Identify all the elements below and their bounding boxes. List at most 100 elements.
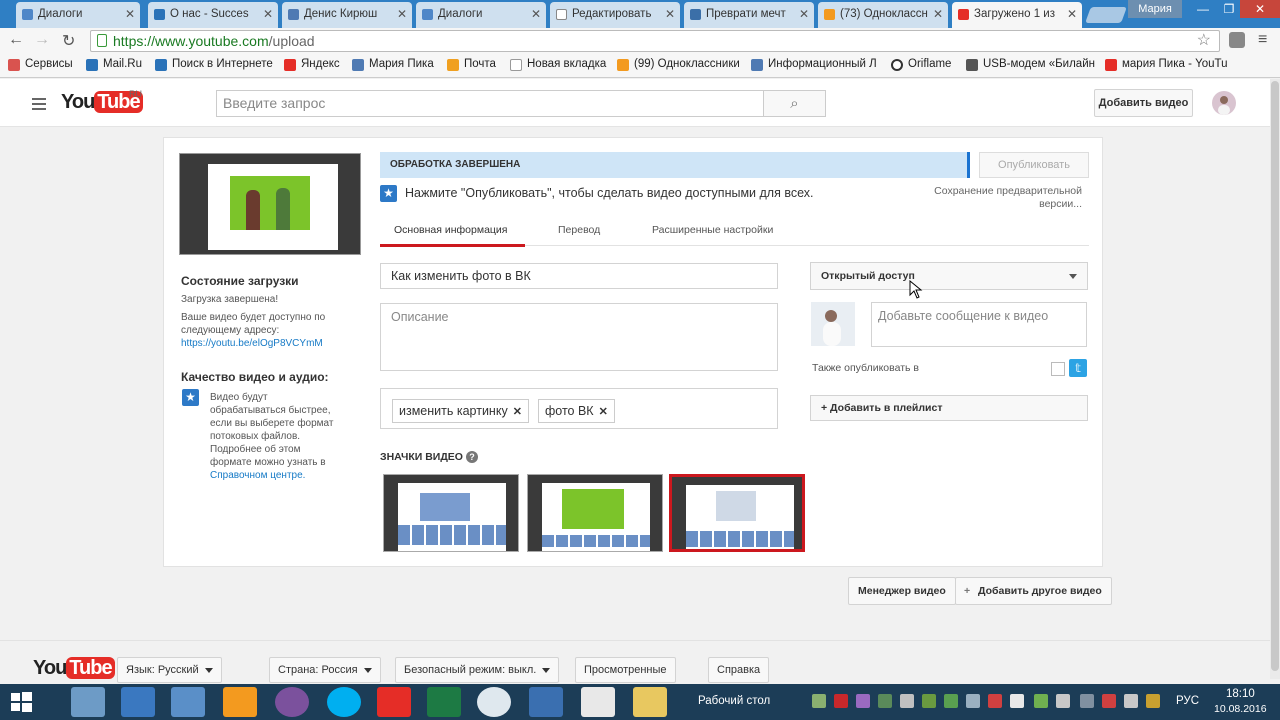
thunderbird-icon[interactable] [529, 687, 563, 717]
thumbnail-option[interactable] [383, 474, 519, 552]
close-tab-icon[interactable]: ✕ [1067, 7, 1077, 21]
excel-icon[interactable] [427, 687, 461, 717]
search-button[interactable]: ⌕ [763, 90, 826, 117]
close-tab-icon[interactable]: ✕ [263, 7, 273, 21]
page-scrollbar[interactable] [1270, 79, 1280, 679]
tray-icon[interactable] [900, 694, 914, 708]
video-short-link[interactable]: https://youtu.be/elOgP8VCYmM [181, 337, 323, 350]
video-manager-button[interactable]: Менеджер видео [848, 577, 956, 605]
provk-icon[interactable] [581, 687, 615, 717]
browser-tab[interactable]: Денис Кирюш ✕ [282, 2, 412, 28]
user-profile-button[interactable]: Мария [1128, 0, 1182, 18]
browser-tab[interactable]: Преврати мечт ✕ [684, 2, 814, 28]
volume-icon[interactable] [1080, 694, 1094, 708]
bookmark-item[interactable]: Почта [447, 58, 496, 71]
language-indicator[interactable]: РУС [1176, 695, 1199, 707]
bookmark-item[interactable]: мария Пика - YouTu [1105, 58, 1228, 71]
clock-time[interactable]: 18:10 [1226, 688, 1255, 700]
odnoklassniki-icon[interactable] [223, 687, 257, 717]
tab-basic-info[interactable]: Основная информация [394, 224, 507, 236]
close-tab-icon[interactable]: ✕ [933, 7, 943, 21]
tray-icon[interactable] [944, 694, 958, 708]
close-tab-icon[interactable]: ✕ [531, 7, 541, 21]
photo-viewer-icon[interactable] [71, 687, 105, 717]
thumbnail-option-selected[interactable] [669, 474, 805, 552]
tags-input[interactable]: изменить картинку ✕ фото ВК ✕ [380, 388, 778, 429]
publish-button[interactable]: Опубликовать [979, 152, 1089, 178]
tray-icon[interactable] [878, 694, 892, 708]
remove-tag-icon[interactable]: ✕ [513, 406, 522, 418]
close-tab-icon[interactable]: ✕ [665, 7, 675, 21]
tab-advanced-settings[interactable]: Расширенные настройки [652, 224, 773, 236]
tab-translation[interactable]: Перевод [558, 224, 600, 236]
bookmark-item[interactable]: Сервисы [8, 58, 73, 71]
thumbnail-option[interactable] [527, 474, 663, 552]
close-tab-icon[interactable]: ✕ [799, 7, 809, 21]
bookmark-item[interactable]: Oriflame [891, 58, 951, 71]
back-icon[interactable]: ← [8, 31, 24, 49]
youtube-logo[interactable]: You Tube RU [61, 89, 143, 117]
tray-icon[interactable] [834, 694, 848, 708]
browser-tab[interactable]: Редактировать ✕ [550, 2, 680, 28]
skype-icon[interactable] [327, 687, 361, 717]
close-tab-icon[interactable]: ✕ [397, 7, 407, 21]
browser-tab[interactable]: Диалоги ✕ [16, 2, 140, 28]
search-input[interactable]: Введите запрос [216, 90, 764, 117]
browser-tab[interactable]: Диалоги ✕ [416, 2, 546, 28]
audio-icon[interactable] [121, 687, 155, 717]
share-message-textarea[interactable]: Добавьте сообщение к видео [871, 302, 1087, 347]
language-button[interactable]: Язык: Русский [117, 657, 222, 683]
help-center-link[interactable]: Справочном центре. [210, 470, 305, 481]
viber-icon[interactable] [275, 687, 309, 717]
twitter-icon[interactable]: 𝕥 [1069, 359, 1087, 377]
help-icon[interactable]: ? [465, 451, 478, 463]
remove-tag-icon[interactable]: ✕ [599, 406, 608, 418]
yandex-browser-icon[interactable] [377, 687, 411, 717]
add-to-playlist-button[interactable]: + Добавить в плейлист [810, 395, 1088, 421]
tray-icon[interactable] [988, 694, 1002, 708]
tray-icon[interactable] [1010, 694, 1024, 708]
bookmark-item[interactable]: USB-модем «Билайн [966, 58, 1095, 71]
forward-icon[interactable]: → [34, 31, 50, 49]
browser-tab[interactable]: (73) Одноклассн ✕ [818, 2, 948, 28]
browser-tab-active[interactable]: Загружено 1 из ✕ [952, 2, 1082, 28]
guide-menu-icon[interactable] [32, 98, 46, 113]
help-button[interactable]: Справка [708, 657, 770, 683]
bookmark-item[interactable]: Поиск в Интернете [155, 58, 273, 71]
tray-icon[interactable] [1102, 694, 1116, 708]
avatar[interactable] [1212, 91, 1236, 115]
bookmark-item[interactable]: Mail.Ru [86, 58, 142, 71]
bookmark-item[interactable]: (99) Одноклассники [617, 58, 740, 71]
desktop-toolbar-label[interactable]: Рабочий стол [698, 695, 770, 707]
menu-icon[interactable]: ≡ [1258, 31, 1267, 49]
extension-icon[interactable] [1229, 32, 1245, 48]
bookmark-item[interactable]: Яндекс [284, 58, 340, 71]
privacy-select[interactable]: Открытый доступ [810, 262, 1088, 290]
tray-icon[interactable] [966, 694, 980, 708]
tray-icon[interactable] [1056, 694, 1070, 708]
windows-start-icon[interactable] [6, 687, 36, 717]
new-tab-button[interactable] [1085, 7, 1127, 23]
history-button[interactable]: Просмотренные [575, 657, 676, 683]
video-title-input[interactable]: Как изменить фото в ВК [380, 263, 778, 289]
description-textarea[interactable]: Описание [380, 303, 778, 371]
add-video-button[interactable]: Добавить видео [1094, 89, 1193, 117]
clock-date[interactable]: 10.08.2016 [1214, 703, 1267, 715]
bookmark-item[interactable]: Новая вкладка [510, 58, 606, 71]
network-icon[interactable] [1124, 694, 1138, 708]
twitter-checkbox[interactable] [1051, 362, 1065, 376]
country-button[interactable]: Страна: Россия [269, 657, 381, 683]
add-another-video-button[interactable]: + Добавить другое видео [955, 577, 1112, 605]
reload-icon[interactable]: ↻ [62, 31, 75, 51]
bookmark-item[interactable]: Мария Пика [352, 58, 434, 71]
bookmark-item[interactable]: Информационный Л [751, 58, 877, 71]
footer-youtube-logo[interactable]: You Tube [33, 657, 115, 683]
close-tab-icon[interactable]: ✕ [125, 7, 135, 21]
chrome-icon[interactable] [477, 687, 511, 717]
url-input[interactable]: https://www.youtube.com/upload ☆ [90, 30, 1220, 52]
tray-icon[interactable] [1146, 694, 1160, 708]
browser-tab[interactable]: О нас - Succes ✕ [148, 2, 278, 28]
bookmark-star-icon[interactable]: ☆ [1197, 31, 1211, 51]
close-window-icon[interactable]: ✕ [1240, 0, 1280, 18]
tray-icon[interactable] [856, 694, 870, 708]
